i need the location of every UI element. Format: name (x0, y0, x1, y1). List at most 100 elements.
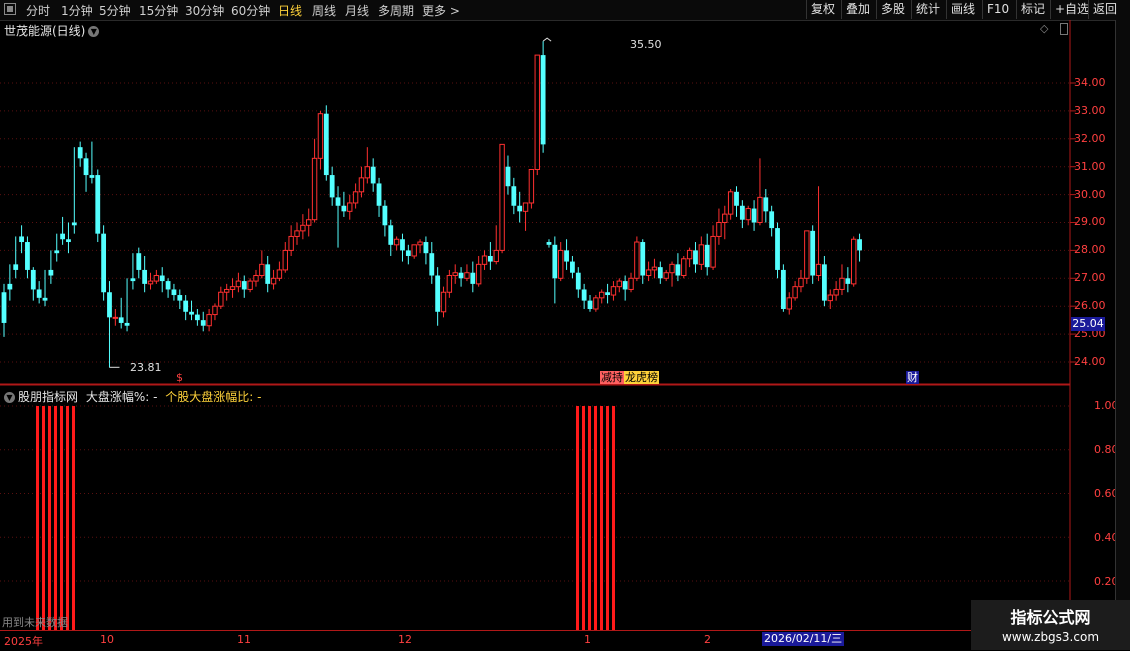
date-label: 2025年 (4, 635, 43, 648)
candle-body (206, 314, 212, 327)
candle-body (159, 275, 165, 282)
price-tick: 29.00 (1074, 215, 1106, 228)
event-badge[interactable]: $ (175, 371, 184, 384)
date-label: 1 (584, 633, 591, 646)
candle-body (570, 261, 575, 273)
candle-body (118, 317, 124, 323)
chart-title[interactable]: 世茂能源(日线) ▼ (4, 22, 100, 39)
candle-body (810, 230, 816, 276)
candle-body (358, 177, 365, 193)
candle-body (558, 249, 564, 279)
candle-body (171, 289, 177, 296)
candle-body (77, 147, 83, 159)
candle-body (165, 281, 171, 290)
candle-body (769, 211, 775, 229)
candle-body (833, 288, 839, 296)
current-price-tag: 25.04 (1071, 317, 1105, 331)
watermark-title: 指标公式网 (1010, 608, 1091, 627)
low-price-label: 23.81 (130, 361, 162, 374)
candle-body (71, 222, 77, 226)
indicator-name: 股朋指标网 (18, 390, 79, 404)
price-tick: 30.00 (1074, 188, 1106, 201)
candle-body (83, 158, 89, 176)
candle-body (300, 224, 306, 232)
price-tick: 28.00 (1074, 243, 1106, 256)
candle-body (376, 183, 382, 206)
price-tick: 33.00 (1074, 104, 1106, 117)
candle-body (276, 269, 283, 279)
candle-body (335, 197, 341, 206)
candle-body (306, 219, 312, 226)
chevron-down-icon[interactable]: ▼ (88, 26, 100, 37)
candle-body (727, 191, 734, 215)
candle-body (693, 250, 698, 265)
candle-body (124, 322, 130, 326)
candle-body (822, 264, 827, 301)
candle-body (200, 320, 206, 326)
candle-body (66, 239, 71, 243)
candle-body (792, 286, 798, 299)
candle-body (30, 269, 36, 290)
indicator-bar (594, 406, 597, 630)
candle-body (804, 230, 810, 279)
series-1-label: 大盘涨幅%: - (85, 390, 158, 404)
diamond-icon[interactable]: ◇ (1040, 22, 1048, 35)
candle-body (546, 242, 552, 245)
candle-body (440, 291, 447, 313)
candle-body (341, 205, 347, 212)
candle-body (458, 272, 464, 279)
date-axis: 2025年 10 11 12 1 2 2026/02/11/三 (0, 630, 1130, 651)
candle-body (147, 280, 154, 285)
candle-body (645, 269, 652, 277)
indicator-title[interactable]: ▼ 股朋指标网 大盘涨幅%: - 个股大盘涨幅比: - (4, 388, 261, 405)
watermark: 指标公式网 www.zbgs3.com (971, 600, 1130, 650)
candle-body (241, 281, 247, 290)
candle-body (839, 277, 845, 290)
candle-body (786, 297, 792, 310)
candle-body (470, 272, 476, 284)
pane-handle[interactable] (1060, 23, 1068, 35)
date-label: 11 (237, 633, 251, 646)
candle-body (229, 286, 236, 290)
candle-body (575, 272, 581, 290)
indicator-bar (72, 406, 75, 630)
candle-body (610, 286, 617, 296)
indicator-bar (54, 406, 57, 630)
date-label: 10 (100, 633, 114, 646)
candle-body (640, 242, 646, 276)
candle-body (13, 264, 19, 270)
price-tick: 31.00 (1074, 160, 1106, 173)
candle-body (7, 283, 13, 290)
right-side-strip[interactable] (1115, 20, 1130, 630)
indicator-bar (576, 406, 579, 630)
candle-body (265, 264, 271, 284)
event-badge[interactable]: 财 (906, 371, 919, 384)
indicator-bar (36, 406, 39, 630)
future-data-note: 用到未来数据 (2, 616, 68, 629)
candle-body (663, 272, 669, 279)
date-label: 2 (704, 633, 711, 646)
candle-body (481, 255, 488, 265)
event-badge[interactable]: 减持 (600, 371, 624, 384)
candle-body (388, 225, 394, 245)
candle-body (528, 168, 535, 204)
candle-body (194, 314, 200, 321)
candle-body (259, 263, 265, 277)
candle-body (505, 166, 511, 187)
candle-body (282, 249, 288, 271)
candle-body (317, 113, 324, 159)
candle-body (212, 305, 218, 316)
candle-body (370, 166, 376, 184)
price-tick: 26.00 (1074, 299, 1106, 312)
candle-body (815, 263, 822, 277)
candle-body (153, 275, 160, 282)
candle-body (763, 197, 769, 212)
indicator-bar (42, 406, 45, 630)
chevron-down-icon[interactable]: ▼ (4, 392, 15, 403)
candle-body (605, 292, 610, 296)
candle-body (734, 191, 739, 206)
event-badge[interactable]: 龙虎榜 (624, 371, 659, 384)
watermark-url: www.zbgs3.com (1001, 630, 1100, 644)
candle-body (698, 244, 705, 265)
candle-body (552, 244, 558, 279)
